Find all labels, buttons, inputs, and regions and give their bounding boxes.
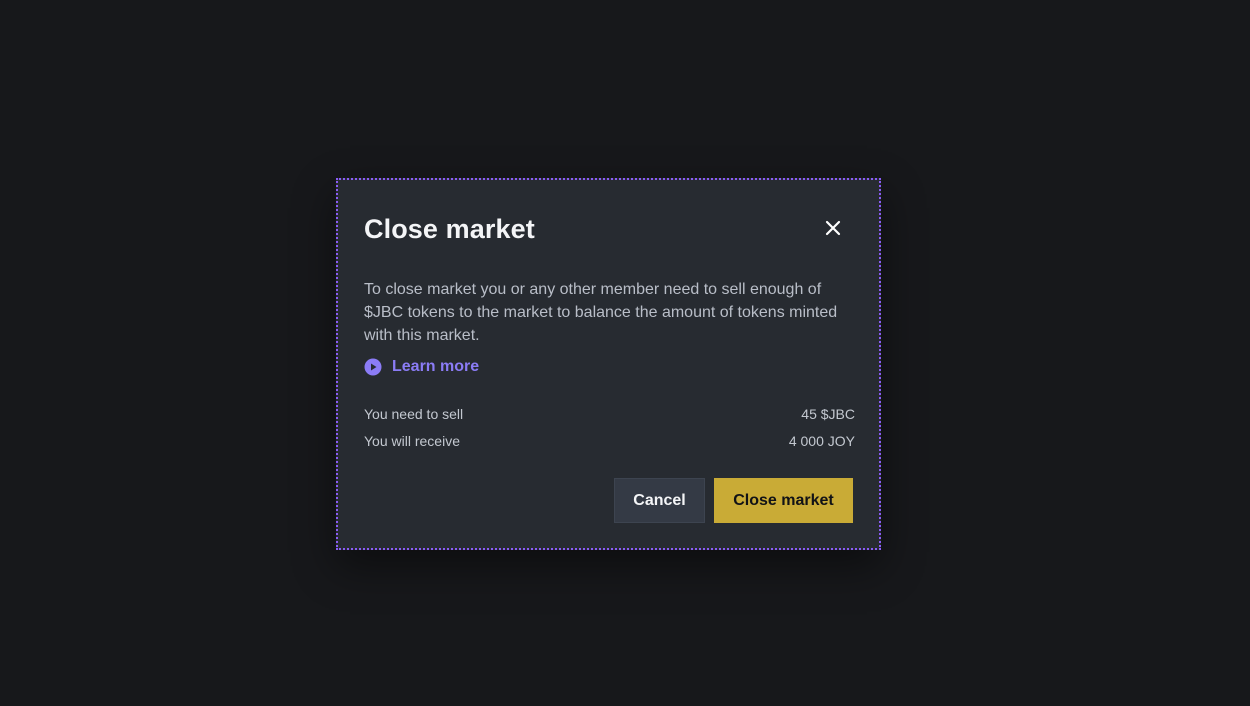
dialog-title: Close market	[364, 214, 535, 244]
detail-value: 45 $JBC	[801, 406, 855, 422]
learn-more-label: Learn more	[392, 358, 480, 375]
dialog-header: Close market	[364, 210, 853, 250]
detail-value: 4 000 JOY	[788, 433, 855, 449]
close-market-dialog: Close market To close market you or any …	[336, 178, 881, 550]
dialog-description: To close market you or any other member …	[364, 281, 838, 344]
close-button[interactable]	[821, 216, 845, 240]
close-market-button[interactable]: Close market	[714, 478, 853, 523]
close-icon	[825, 220, 841, 236]
dialog-actions: Cancel Close market	[614, 478, 853, 523]
detail-row-sell: You need to sell 45 $JBC	[364, 406, 855, 433]
play-circle-icon	[364, 358, 382, 376]
cancel-button[interactable]: Cancel	[614, 478, 705, 523]
learn-more-link[interactable]: Learn more	[364, 358, 479, 376]
detail-label: You need to sell	[364, 406, 464, 422]
market-details: You need to sell 45 $JBC You will receiv…	[364, 406, 855, 460]
detail-label: You will receive	[364, 433, 460, 449]
detail-row-receive: You will receive 4 000 JOY	[364, 433, 855, 460]
